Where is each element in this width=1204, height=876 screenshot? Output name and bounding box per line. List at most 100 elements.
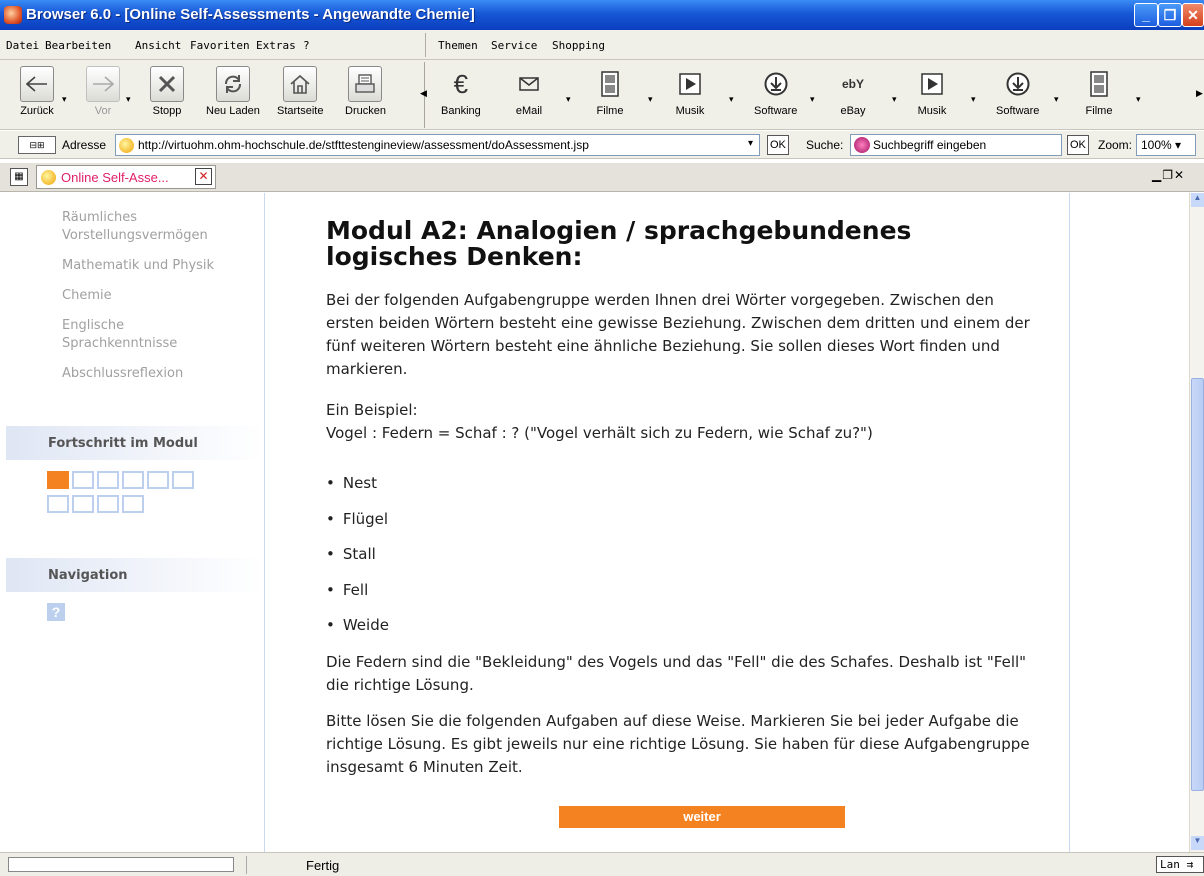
sidebar-item-raeumliches[interactable]: Räumliches Vorstellungsvermögen — [62, 209, 262, 245]
ebay-icon: ebY — [841, 77, 864, 91]
example-label: Ein Beispiel: — [326, 401, 418, 419]
arrow-left-icon — [20, 66, 54, 102]
back-dropdown-icon[interactable]: ▾ — [62, 94, 67, 105]
address-bar: ⊟⊞ Adresse http://virtuohm.ohm-hochschul… — [0, 131, 1204, 159]
status-text: Fertig — [306, 858, 340, 873]
reload-icon — [215, 66, 250, 102]
close-button[interactable]: ✕ — [1182, 3, 1204, 27]
tab-window-controls-icon[interactable]: ▁❐✕ — [1152, 168, 1204, 186]
progress-square — [97, 471, 119, 489]
software-link-2[interactable]: Software — [996, 66, 1039, 117]
print-icon — [348, 66, 383, 102]
menu-bearbeiten[interactable]: Bearbeiten — [45, 39, 111, 52]
tab-list-icon[interactable]: ▦ — [10, 168, 28, 186]
next-button[interactable]: weiter — [559, 806, 845, 828]
forward-button[interactable]: Vor — [86, 66, 120, 117]
home-button[interactable]: Startseite — [277, 66, 323, 117]
progress-section-title: Fortschritt im Modul — [6, 426, 264, 460]
progress-square — [147, 471, 169, 489]
example-text: Vogel : Federn = Schaf : ? ("Vogel verhä… — [326, 424, 873, 442]
toolbar: Zurück ▾ Vor ▾ Stopp Neu Laden Startseit… — [0, 60, 1204, 130]
menu-ansicht[interactable]: Ansicht — [135, 39, 181, 52]
email-dropdown-icon[interactable]: ▾ — [566, 94, 571, 105]
film-icon — [593, 66, 627, 102]
back-button[interactable]: Zurück — [20, 66, 54, 117]
option-item: Fell — [326, 581, 368, 599]
mail-icon — [512, 66, 546, 102]
zoom-select[interactable]: 100% ▾ — [1136, 134, 1196, 156]
scroll-down-icon[interactable]: ▼ — [1191, 836, 1204, 850]
progress-square — [122, 495, 144, 513]
musik-dropdown-icon[interactable]: ▾ — [729, 94, 734, 105]
filme-dropdown-icon[interactable]: ▾ — [648, 94, 653, 105]
musik-link[interactable]: Musik — [673, 66, 707, 117]
ebay-link[interactable]: ebY eBay — [836, 66, 870, 117]
menu-favoriten[interactable]: Favoriten — [190, 39, 250, 52]
stop-button[interactable]: Stopp — [150, 66, 184, 117]
address-ok-button[interactable]: OK — [767, 135, 789, 155]
option-item: Weide — [326, 616, 389, 634]
sidebar-item-englisch[interactable]: Englische Sprachkenntnisse — [62, 317, 202, 353]
option-item: Nest — [326, 474, 377, 492]
menu-service[interactable]: Service — [491, 39, 537, 52]
menu-themen[interactable]: Themen — [438, 39, 478, 52]
minimize-button[interactable]: _ — [1134, 3, 1158, 27]
window-title: Browser 6.0 - [Online Self-Assessments -… — [26, 6, 475, 23]
tab-bar: ▦ Online Self-Asse... ✕ ▁❐✕ — [0, 163, 1204, 192]
help-icon[interactable]: ? — [47, 603, 65, 621]
tab-close-icon[interactable]: ✕ — [195, 168, 212, 185]
sidebar-item-mathematik[interactable]: Mathematik und Physik — [62, 257, 214, 275]
scroll-thumb[interactable] — [1191, 378, 1204, 791]
status-divider — [246, 856, 247, 874]
software-link[interactable]: Software — [754, 66, 797, 117]
progress-square — [47, 471, 69, 489]
toolbar-scroll-right-icon[interactable]: ▶ — [1196, 88, 1203, 99]
menu-datei[interactable]: Datei — [6, 39, 39, 52]
address-input[interactable]: http://virtuohm.ohm-hochschule.de/stftte… — [115, 134, 760, 156]
menu-shopping[interactable]: Shopping — [552, 39, 605, 52]
search-input[interactable]: Suchbegriff eingeben — [850, 134, 1062, 156]
vertical-scrollbar[interactable]: ▲ ▼ — [1189, 193, 1204, 852]
software-dropdown-icon-2[interactable]: ▾ — [1054, 94, 1059, 105]
forward-dropdown-icon[interactable]: ▾ — [126, 94, 131, 105]
page-content: Räumliches Vorstellungsvermögen Mathemat… — [0, 193, 1189, 852]
menu-bar: Datei Bearbeiten Ansicht Favoriten Extra… — [0, 30, 1204, 60]
content-divider — [264, 193, 265, 852]
musik-link-2[interactable]: Musik — [915, 66, 949, 117]
print-button[interactable]: Drucken — [345, 66, 386, 117]
address-toggle-icon[interactable]: ⊟⊞ — [18, 136, 56, 154]
scroll-up-icon[interactable]: ▲ — [1191, 193, 1204, 207]
filme-dropdown-icon-2[interactable]: ▾ — [1136, 94, 1141, 105]
download-icon — [1001, 66, 1035, 102]
progress-square — [122, 471, 144, 489]
explanation-text: Die Federn sind die "Bekleidung" des Vog… — [326, 653, 1027, 694]
progress-square — [47, 495, 69, 513]
progress-square — [72, 471, 94, 489]
maximize-button[interactable]: ❐ — [1158, 3, 1182, 27]
status-bar: Fertig Lan ⇉ — [0, 852, 1204, 876]
progress-square — [72, 495, 94, 513]
search-ok-button[interactable]: OK — [1067, 135, 1089, 155]
search-engine-icon[interactable] — [854, 137, 870, 153]
sidebar-item-abschlussreflexion[interactable]: Abschlussreflexion — [62, 365, 183, 383]
tab-online-self-assessment[interactable]: Online Self-Asse... ✕ — [36, 165, 216, 189]
reload-button[interactable]: Neu Laden — [206, 66, 260, 117]
musik-dropdown-icon-2[interactable]: ▾ — [971, 94, 976, 105]
play-icon — [915, 66, 949, 102]
software-dropdown-icon[interactable]: ▾ — [810, 94, 815, 105]
sidebar-item-chemie[interactable]: Chemie — [62, 287, 112, 305]
menu-extras[interactable]: Extras — [256, 39, 296, 52]
toolbar-scroll-left-icon[interactable]: ◀ — [420, 88, 427, 99]
email-link[interactable]: eMail — [512, 66, 546, 117]
banking-link[interactable]: € Banking — [441, 66, 481, 118]
content-divider-right — [1069, 193, 1070, 852]
filme-link-2[interactable]: Filme — [1082, 66, 1116, 117]
option-item: Stall — [326, 545, 376, 563]
ebay-dropdown-icon[interactable]: ▾ — [892, 94, 897, 105]
progress-square — [172, 471, 194, 489]
address-dropdown-icon[interactable]: ▾ — [748, 138, 753, 149]
menu-help[interactable]: ? — [303, 39, 310, 52]
euro-icon: € — [453, 68, 469, 99]
filme-link[interactable]: Filme — [593, 66, 627, 117]
stop-icon — [150, 66, 184, 102]
